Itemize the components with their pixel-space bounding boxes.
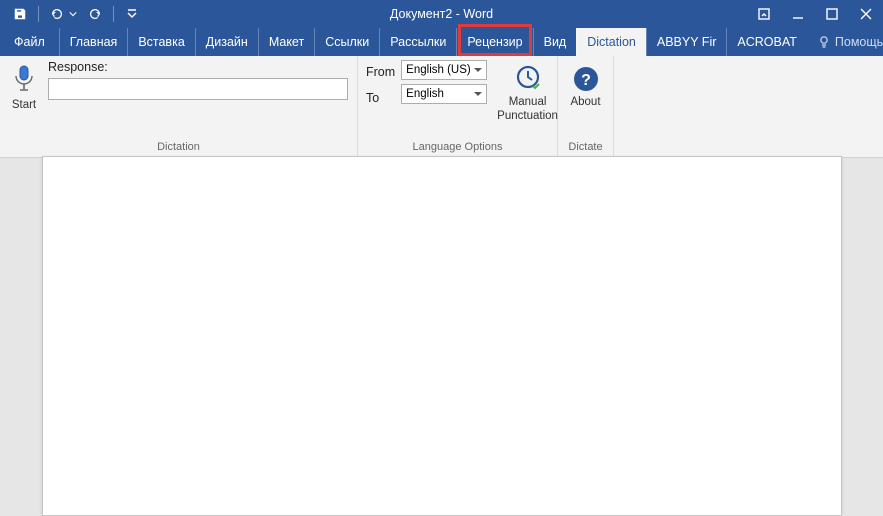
ribbon: Start Response: Dictation From To Englis…	[0, 56, 883, 158]
chevron-down-icon	[69, 10, 77, 18]
chevron-down-icon	[474, 66, 482, 74]
manual-punct-line2: Punctuation	[497, 110, 558, 122]
group-label-dictation: Dictation	[0, 141, 357, 157]
chevron-down-icon	[474, 90, 482, 98]
maximize-icon	[826, 8, 838, 20]
tab-insert[interactable]: Вставка	[127, 28, 194, 56]
document-area	[0, 158, 883, 507]
ribbon-tabs: Файл Главная Вставка Дизайн Макет Ссылки…	[0, 28, 883, 56]
tab-design[interactable]: Дизайн	[195, 28, 258, 56]
minimize-button[interactable]	[781, 0, 815, 28]
save-icon	[13, 7, 27, 21]
tab-view[interactable]: Вид	[533, 28, 577, 56]
customize-icon	[127, 9, 137, 19]
minimize-icon	[792, 8, 804, 20]
svg-text:?: ?	[581, 72, 591, 89]
tab-acrobat[interactable]: ACROBAT	[726, 28, 807, 56]
response-label: Response:	[48, 60, 349, 74]
about-label: About	[570, 96, 600, 110]
response-input[interactable]	[48, 78, 348, 100]
tab-abbyy[interactable]: ABBYY Fir	[646, 28, 727, 56]
about-button[interactable]: ? About	[564, 60, 606, 110]
tab-references[interactable]: Ссылки	[314, 28, 379, 56]
tab-home[interactable]: Главная	[59, 28, 128, 56]
separator	[38, 6, 39, 22]
from-language-value: English (US)	[406, 64, 471, 76]
close-button[interactable]	[849, 0, 883, 28]
manual-punct-line1: Manual	[509, 96, 547, 108]
lightbulb-icon	[817, 35, 831, 49]
ribbon-group-dictate: ? About Dictate	[558, 56, 614, 157]
manual-punctuation-icon	[513, 64, 543, 94]
ribbon-trailer	[614, 56, 883, 157]
from-label: From	[366, 62, 395, 82]
tab-layout[interactable]: Макет	[258, 28, 314, 56]
manual-punctuation-button[interactable]: Manual Punctuation	[491, 60, 564, 124]
about-icon: ?	[571, 64, 601, 94]
title-bar: Документ2 - Word	[0, 0, 883, 28]
separator	[113, 6, 114, 22]
tell-me-help[interactable]: Помощь	[807, 28, 883, 56]
tab-mailings[interactable]: Рассылки	[379, 28, 456, 56]
redo-button[interactable]	[81, 0, 109, 28]
tab-review[interactable]: Рецензир	[456, 28, 532, 56]
start-label: Start	[12, 99, 36, 111]
to-language-value: English	[406, 88, 444, 100]
redo-icon	[88, 7, 102, 21]
group-label-dictate: Dictate	[558, 141, 613, 157]
help-label: Помощь	[835, 35, 883, 49]
undo-more-button[interactable]	[67, 0, 79, 28]
maximize-button[interactable]	[815, 0, 849, 28]
start-dictation-button[interactable]	[13, 64, 35, 97]
ribbon-options-icon	[758, 8, 770, 20]
tab-file[interactable]: Файл	[0, 28, 59, 56]
ribbon-display-options-button[interactable]	[747, 0, 781, 28]
tab-right-cluster: Помощь Вход Общий доступ	[807, 28, 883, 56]
to-label: To	[366, 88, 395, 108]
from-language-combo[interactable]: English (US)	[401, 60, 487, 80]
group-label-language: Language Options	[358, 141, 557, 157]
microphone-icon	[13, 64, 35, 94]
document-page[interactable]	[42, 156, 842, 516]
to-language-combo[interactable]: English	[401, 84, 487, 104]
ribbon-group-dictation: Start Response: Dictation	[0, 56, 358, 157]
ribbon-group-language-options: From To English (US) English	[358, 56, 558, 157]
quick-access-toolbar	[0, 0, 146, 28]
tab-dictation[interactable]: Dictation	[576, 28, 646, 56]
save-button[interactable]	[6, 0, 34, 28]
undo-icon	[50, 7, 64, 21]
window-controls	[747, 0, 883, 28]
close-icon	[860, 8, 872, 20]
customize-qat-button[interactable]	[118, 0, 146, 28]
